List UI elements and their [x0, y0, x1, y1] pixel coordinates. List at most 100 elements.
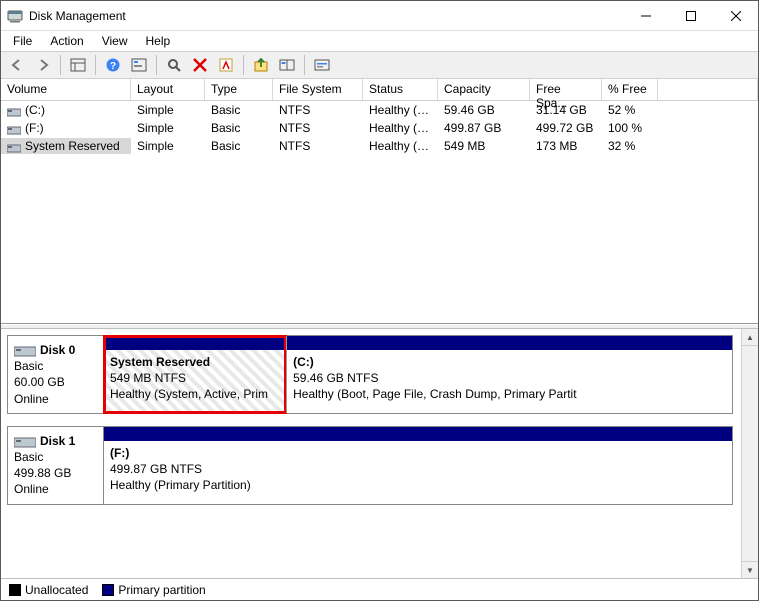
col-freespace[interactable]: Free Spa...: [530, 79, 602, 100]
action-button-1[interactable]: [249, 53, 273, 77]
partition-size-fs: 59.46 GB NTFS: [293, 370, 726, 386]
menu-file[interactable]: File: [5, 32, 40, 50]
cell-type: Basic: [205, 102, 273, 118]
col-volume[interactable]: Volume: [1, 79, 131, 100]
partition-header: [104, 336, 286, 350]
toolbar: ?: [1, 51, 758, 79]
col-layout[interactable]: Layout: [131, 79, 205, 100]
app-icon: [7, 8, 23, 24]
disk-size: 60.00 GB: [14, 374, 97, 390]
show-hide-console-tree-button[interactable]: [66, 53, 90, 77]
menubar: File Action View Help: [1, 31, 758, 51]
delete-button[interactable]: [188, 53, 212, 77]
disk-label[interactable]: Disk 0Basic60.00 GBOnline: [7, 335, 103, 414]
disk-block: Disk 1Basic499.88 GBOnline(F:)499.87 GB …: [7, 426, 733, 505]
toolbar-separator: [243, 55, 244, 75]
cell-fs: NTFS: [273, 120, 363, 136]
maximize-button[interactable]: [668, 1, 713, 30]
disk-partitions: (F:)499.87 GB NTFSHealthy (Primary Parti…: [103, 426, 733, 505]
col-capacity[interactable]: Capacity: [438, 79, 530, 100]
legend: Unallocated Primary partition: [1, 578, 758, 600]
disk-icon: [7, 124, 21, 134]
partition[interactable]: (C:)59.46 GB NTFSHealthy (Boot, Page Fil…: [286, 336, 732, 413]
forward-button[interactable]: [31, 53, 55, 77]
legend-primary: Primary partition: [102, 583, 205, 597]
legend-unallocated: Unallocated: [9, 583, 88, 597]
cell-status: Healthy (B...: [363, 102, 438, 118]
toolbar-separator: [156, 55, 157, 75]
disk-id: Disk 0: [40, 343, 75, 357]
cell-type: Basic: [205, 120, 273, 136]
volume-row[interactable]: (F:)SimpleBasicNTFSHealthy (P...499.87 G…: [1, 119, 758, 137]
cell-layout: Simple: [131, 120, 205, 136]
partition-body: (C:)59.46 GB NTFSHealthy (Boot, Page Fil…: [287, 350, 732, 413]
disk-type: Basic: [14, 449, 97, 465]
cell-layout: Simple: [131, 102, 205, 118]
action-button-2[interactable]: [275, 53, 299, 77]
cell-layout: Simple: [131, 138, 205, 154]
svg-text:?: ?: [110, 61, 116, 72]
partition-header: [104, 427, 732, 441]
menu-help[interactable]: Help: [138, 32, 179, 50]
cell-volume: (C:): [1, 102, 131, 118]
close-button[interactable]: [713, 1, 758, 30]
disk-id: Disk 1: [40, 434, 75, 448]
scroll-up-button[interactable]: ▲: [742, 329, 758, 346]
volume-row[interactable]: System ReservedSimpleBasicNTFSHealthy (S…: [1, 137, 758, 155]
cell-pct: 32 %: [602, 138, 658, 154]
cell-fs: NTFS: [273, 102, 363, 118]
drive-icon: [14, 345, 36, 357]
help-button[interactable]: ?: [101, 53, 125, 77]
cell-capacity: 59.46 GB: [438, 102, 530, 118]
cell-volume: (F:): [1, 120, 131, 136]
refresh-button[interactable]: [162, 53, 186, 77]
cell-free: 499.72 GB: [530, 120, 602, 136]
partition-name: (C:): [293, 354, 726, 370]
partition-body: System Reserved549 MB NTFSHealthy (Syste…: [104, 350, 286, 413]
cell-status: Healthy (S...: [363, 138, 438, 154]
toolbar-separator: [304, 55, 305, 75]
back-button[interactable]: [5, 53, 29, 77]
volume-list-header: Volume Layout Type File System Status Ca…: [1, 79, 758, 101]
partition-name: (F:): [110, 445, 726, 461]
cell-capacity: 549 MB: [438, 138, 530, 154]
volume-rows: (C:)SimpleBasicNTFSHealthy (B...59.46 GB…: [1, 101, 758, 323]
menu-view[interactable]: View: [94, 32, 136, 50]
disk-state: Online: [14, 481, 97, 497]
vertical-scrollbar[interactable]: ▲ ▼: [741, 329, 758, 578]
swatch-primary: [102, 584, 114, 596]
partition-size-fs: 499.87 GB NTFS: [110, 461, 726, 477]
swatch-unallocated: [9, 584, 21, 596]
disk-label[interactable]: Disk 1Basic499.88 GBOnline: [7, 426, 103, 505]
col-pctfree[interactable]: % Free: [602, 79, 658, 100]
action-button-3[interactable]: [310, 53, 334, 77]
partition[interactable]: (F:)499.87 GB NTFSHealthy (Primary Parti…: [104, 427, 732, 504]
disk-block: Disk 0Basic60.00 GBOnlineSystem Reserved…: [7, 335, 733, 414]
properties-button[interactable]: [214, 53, 238, 77]
col-filesystem[interactable]: File System: [273, 79, 363, 100]
disk-icon: [7, 142, 21, 152]
cell-pct: 100 %: [602, 120, 658, 136]
disk-size: 499.88 GB: [14, 465, 97, 481]
titlebar: Disk Management: [1, 1, 758, 31]
cell-capacity: 499.87 GB: [438, 120, 530, 136]
menu-action[interactable]: Action: [42, 32, 91, 50]
partition-size-fs: 549 MB NTFS: [110, 370, 280, 386]
cell-type: Basic: [205, 138, 273, 154]
volume-list: Volume Layout Type File System Status Ca…: [1, 79, 758, 324]
col-type[interactable]: Type: [205, 79, 273, 100]
window-title: Disk Management: [29, 9, 126, 23]
settings-button[interactable]: [127, 53, 151, 77]
cell-status: Healthy (P...: [363, 120, 438, 136]
volume-row[interactable]: (C:)SimpleBasicNTFSHealthy (B...59.46 GB…: [1, 101, 758, 119]
partition-status: Healthy (System, Active, Prim: [110, 386, 280, 402]
scroll-down-button[interactable]: ▼: [742, 561, 758, 578]
partition-body: (F:)499.87 GB NTFSHealthy (Primary Parti…: [104, 441, 732, 504]
cell-fs: NTFS: [273, 138, 363, 154]
partition[interactable]: System Reserved549 MB NTFSHealthy (Syste…: [104, 336, 286, 413]
minimize-button[interactable]: [623, 1, 668, 30]
partition-status: Healthy (Boot, Page File, Crash Dump, Pr…: [293, 386, 726, 402]
partition-header: [287, 336, 732, 350]
cell-free: 173 MB: [530, 138, 602, 154]
col-status[interactable]: Status: [363, 79, 438, 100]
